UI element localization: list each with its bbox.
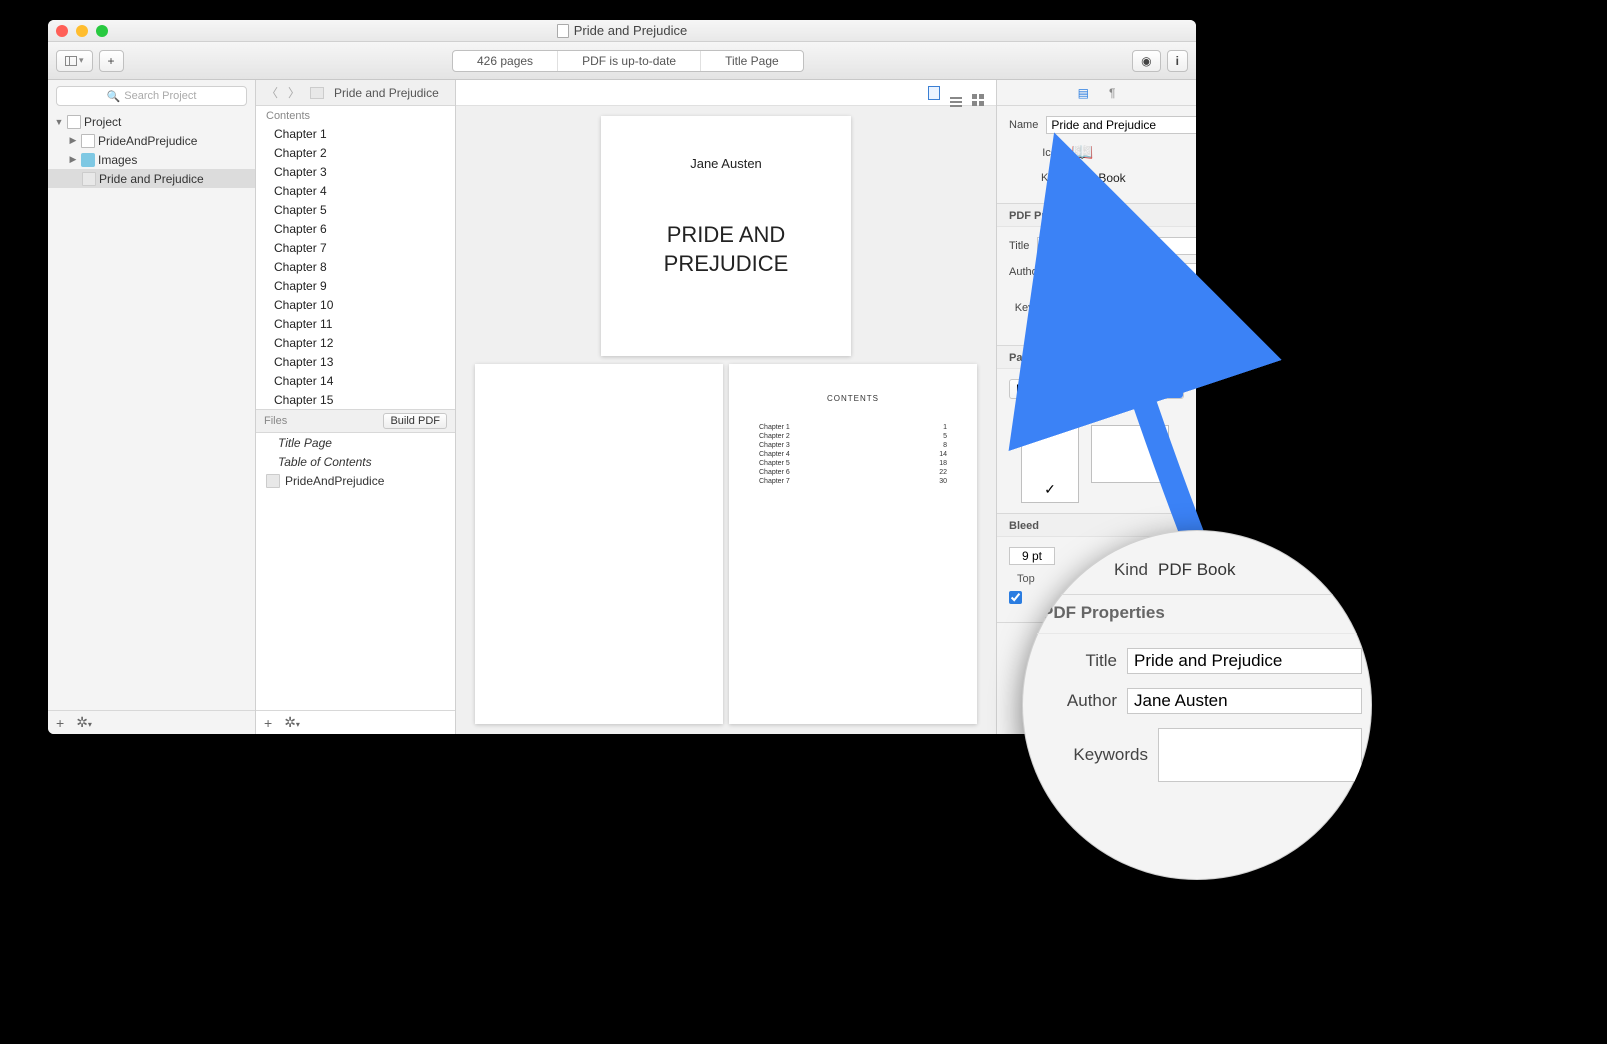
chapter-item[interactable]: Chapter 8 xyxy=(256,257,455,276)
add-file-button[interactable]: + xyxy=(264,715,272,731)
book-icon xyxy=(82,172,96,186)
chapter-item[interactable]: Chapter 11 xyxy=(256,314,455,333)
keywords-field[interactable] xyxy=(1071,289,1184,327)
orientation-portrait[interactable]: ✓ xyxy=(1021,425,1079,503)
doc-icon xyxy=(81,134,95,148)
chapter-item[interactable]: Chapter 4 xyxy=(256,181,455,200)
breadcrumb: Pride and Prejudice xyxy=(334,86,439,100)
book-icon xyxy=(266,474,280,488)
page-size-header: Page Size xyxy=(997,346,1196,369)
page-toc: CONTENTS Chapter 11 Chapter 25 Chapter 3… xyxy=(729,364,977,724)
book-icon xyxy=(310,87,324,99)
outline-column: 〈 〉 Pride and Prejudice Contents Chapter… xyxy=(256,80,456,734)
keywords-field[interactable] xyxy=(1158,728,1362,782)
list-view-icon[interactable] xyxy=(950,86,964,100)
zoom-callout: KindPDF Book PDF Properties Title Author… xyxy=(1022,530,1372,880)
search-input[interactable]: 🔍Search Project xyxy=(56,86,247,106)
file-item[interactable]: PrideAndPrejudice xyxy=(256,471,455,490)
grid-view-icon[interactable] xyxy=(972,86,986,100)
chapter-item[interactable]: Chapter 1 xyxy=(256,124,455,143)
gear-icon[interactable]: ✲▾ xyxy=(76,714,92,731)
author-text: Jane Austen xyxy=(621,156,831,171)
sidebar-toggle-button[interactable]: ▾ xyxy=(56,50,93,72)
chapter-list: Chapter 1 Chapter 2 Chapter 3 Chapter 4 … xyxy=(256,124,455,409)
tree-item[interactable]: ▶Images xyxy=(48,150,255,169)
orientation-landscape[interactable] xyxy=(1091,425,1169,483)
chapter-item[interactable]: Chapter 3 xyxy=(256,162,455,181)
files-label: Files xyxy=(264,415,287,427)
toc-heading: CONTENTS xyxy=(759,394,947,403)
chapter-item[interactable]: Chapter 2 xyxy=(256,143,455,162)
gear-icon[interactable]: ✲▾ xyxy=(284,714,300,731)
chapter-item[interactable]: Chapter 13 xyxy=(256,352,455,371)
add-item-button[interactable]: + xyxy=(56,715,64,731)
book-icon: 📖 xyxy=(1071,142,1093,163)
author-field[interactable] xyxy=(1049,263,1196,281)
name-field[interactable] xyxy=(1046,116,1196,134)
folder-icon xyxy=(81,153,95,167)
nav-back-button[interactable]: 〈 xyxy=(266,84,278,101)
toolbar: ▾ + 426 pages PDF is up-to-date Title Pa… xyxy=(48,42,1196,80)
inspector-tab-info[interactable]: ▤ xyxy=(1078,86,1089,100)
chapter-item[interactable]: Chapter 6 xyxy=(256,219,455,238)
add-button[interactable]: + xyxy=(99,50,124,72)
current-section: Title Page xyxy=(701,51,803,71)
inspector-tab-text[interactable]: ¶ xyxy=(1109,86,1115,100)
chapter-item[interactable]: Chapter 12 xyxy=(256,333,455,352)
titlebar: Pride and Prejudice xyxy=(48,20,1196,42)
title-field[interactable] xyxy=(1127,648,1362,674)
project-sidebar: 🔍Search Project ▼Project ▶PrideAndPrejud… xyxy=(48,80,256,734)
info-button[interactable]: i xyxy=(1167,50,1188,72)
chapter-item[interactable]: Chapter 7 xyxy=(256,238,455,257)
page-count: 426 pages xyxy=(453,51,558,71)
bleed-checkbox[interactable] xyxy=(1009,591,1022,604)
nav-forward-button[interactable]: 〉 xyxy=(288,84,300,101)
pdf-properties-header: PDF Properties xyxy=(1022,594,1372,634)
kind-value: PDF Book xyxy=(1071,171,1184,185)
chapter-item[interactable]: Chapter 10 xyxy=(256,295,455,314)
build-pdf-button[interactable]: Build PDF xyxy=(383,413,447,429)
tree-item-selected[interactable]: Pride and Prejudice xyxy=(48,169,255,188)
page-blank xyxy=(475,364,723,724)
tree-item[interactable]: ▶PrideAndPrejudice xyxy=(48,131,255,150)
pdf-status: PDF is up-to-date xyxy=(558,51,701,71)
chapter-item[interactable]: Chapter 14 xyxy=(256,371,455,390)
preview-button[interactable]: ◉ xyxy=(1132,50,1160,72)
chapter-item[interactable]: Chapter 15 xyxy=(256,390,455,409)
window-title: Pride and Prejudice xyxy=(574,23,687,38)
page-view-icon[interactable] xyxy=(928,86,942,100)
preview-pane: Jane Austen PRIDE ANDPREJUDICE CONTENTS … xyxy=(456,80,996,734)
status-segment: 426 pages PDF is up-to-date Title Page xyxy=(452,50,804,72)
file-item[interactable]: Table of Contents xyxy=(256,452,455,471)
page-title-page: Jane Austen PRIDE ANDPREJUDICE xyxy=(601,116,851,356)
file-item[interactable]: Title Page xyxy=(256,433,455,452)
chapter-item[interactable]: Chapter 9 xyxy=(256,276,455,295)
doc-icon xyxy=(67,115,81,129)
title-field[interactable] xyxy=(1037,237,1196,255)
contents-label: Contents xyxy=(256,106,455,124)
author-field[interactable] xyxy=(1127,688,1362,714)
chapter-item[interactable]: Chapter 5 xyxy=(256,200,455,219)
page-size-select[interactable]: Blurb 6 x 9 Trade Book xyxy=(1009,379,1184,399)
orientation-label: Orientation xyxy=(1009,407,1184,419)
doc-icon xyxy=(557,24,569,38)
tree-root[interactable]: ▼Project xyxy=(48,112,255,131)
search-icon: 🔍 xyxy=(107,90,121,103)
pdf-properties-header: PDF Properties xyxy=(997,204,1196,227)
